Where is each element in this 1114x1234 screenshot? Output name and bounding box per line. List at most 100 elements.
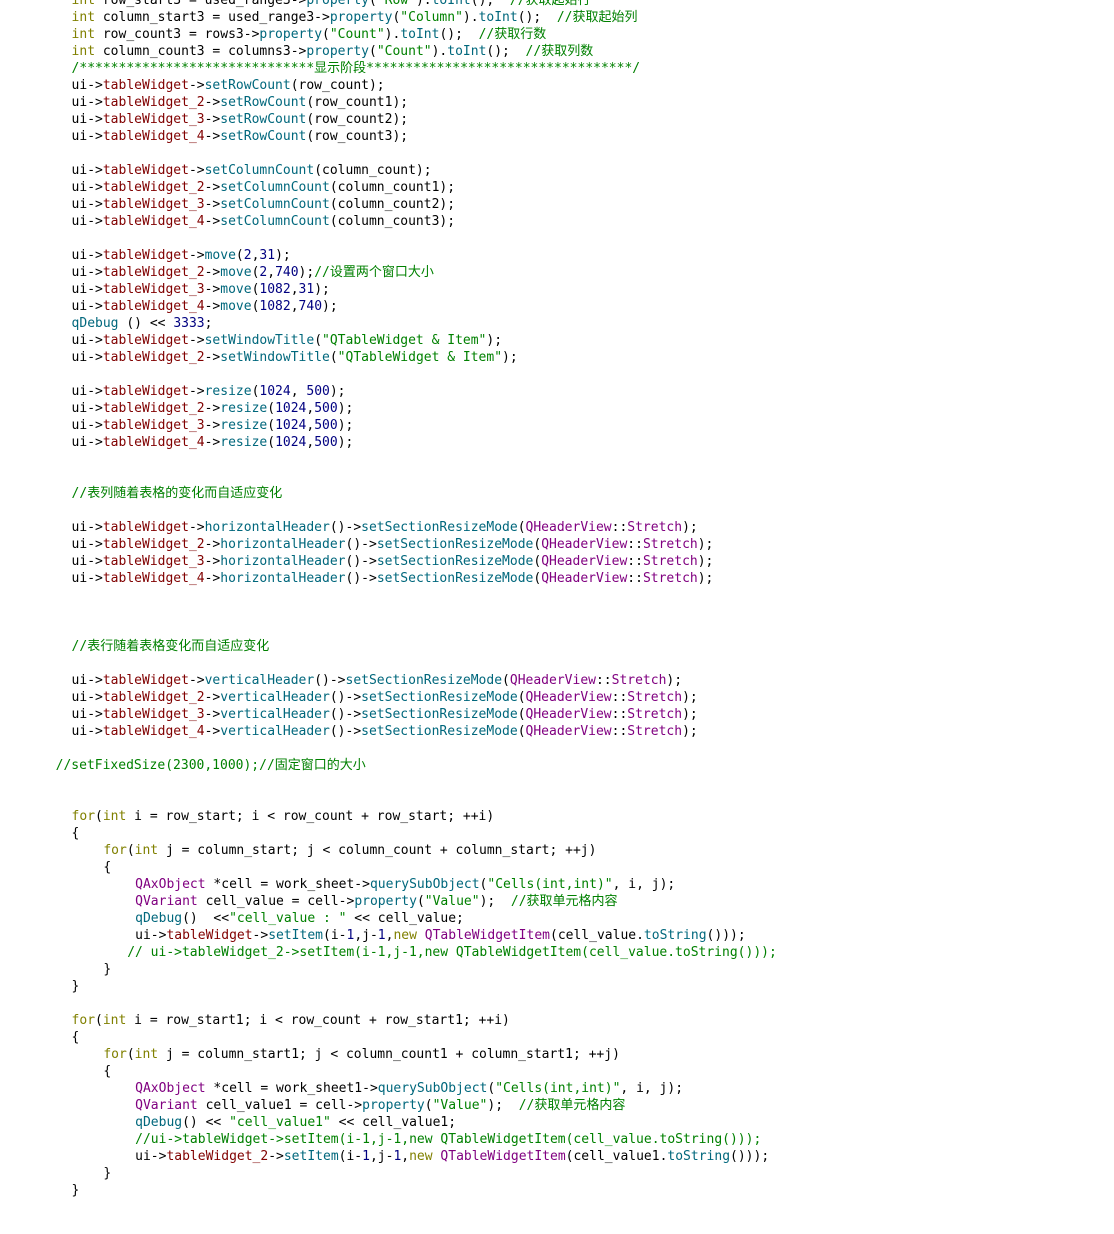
number-literal: 2 — [243, 248, 252, 263]
number-literal: 740 — [275, 265, 299, 280]
code-text: (cell_value. — [550, 928, 644, 943]
code-text: ( — [533, 537, 542, 552]
code-text: ui-> — [71, 435, 103, 450]
code-text: (i- — [323, 928, 347, 943]
code-text: ); — [682, 520, 698, 535]
comment-token: //设置两个窗口大小 — [314, 265, 434, 280]
code-text: ui-> — [71, 418, 103, 433]
code-text: -> — [204, 197, 221, 212]
method-token: verticalHeader — [220, 724, 330, 739]
code-text: ui-> — [71, 707, 103, 722]
code-line: } — [0, 1182, 1114, 1199]
type-token: QVariant — [135, 1098, 198, 1113]
method-token: setColumnCount — [220, 214, 330, 229]
code-text: -> — [204, 418, 221, 433]
code-text: (column_count); — [314, 163, 432, 178]
code-text: -> — [188, 520, 205, 535]
code-line: ui->tableWidget->resize(1024, 500); — [0, 383, 1114, 400]
code-text: ); — [697, 537, 714, 552]
keyword-token: new — [409, 1149, 433, 1164]
code-line: ui->tableWidget_4->move(1082,740); — [0, 298, 1114, 315]
code-line: for(int i = row_start; i < row_count + r… — [0, 808, 1114, 825]
keyword-token: int — [102, 809, 127, 824]
type-token: QVariant — [135, 894, 198, 909]
code-text: } — [71, 1183, 80, 1198]
code-text: ()-> — [345, 554, 377, 569]
code-text: :: — [627, 571, 643, 586]
code-text: () << — [182, 911, 230, 926]
code-text: -> — [204, 724, 221, 739]
member-token: tableWidget — [102, 248, 189, 263]
code-text: << cell_value; — [346, 911, 464, 926]
comment-token: //表列随着表格的变化而自适应变化 — [71, 486, 283, 501]
type-token: Stretch — [627, 724, 683, 739]
number-literal: 31 — [259, 248, 276, 263]
code-text: (); — [470, 0, 510, 8]
code-text: (); — [439, 27, 479, 42]
string-literal: "cell_value : " — [229, 911, 347, 926]
method-token: qDebug — [135, 911, 183, 926]
comment-token: //setFixedSize(2300,1000);//固定窗口的大小 — [55, 758, 366, 773]
code-line: ui->tableWidget->move(2,31); — [0, 247, 1114, 264]
code-text: ( — [95, 1013, 103, 1028]
method-token: property — [329, 10, 393, 25]
code-line: //ui->tableWidget->setItem(i-1,j-1,new Q… — [0, 1131, 1114, 1148]
method-token: setSectionResizeMode — [361, 707, 518, 722]
code-text: ui-> — [71, 350, 103, 365]
comment-token: //获取行数 — [478, 27, 547, 42]
code-text: :: — [611, 690, 628, 705]
method-token: horizontalHeader — [204, 520, 330, 535]
code-text: ui-> — [71, 129, 103, 144]
member-token: tableWidget_4 — [102, 214, 205, 229]
code-line: qDebug () << 3333; — [0, 315, 1114, 332]
code-text: ,j- — [369, 1149, 394, 1164]
code-text: , i, j); — [612, 877, 676, 892]
code-line: ui->tableWidget_2->setWindowTitle("QTabl… — [0, 349, 1114, 366]
code-line: QAxObject *cell = work_sheet1->querySubO… — [0, 1080, 1114, 1097]
code-text: ); — [329, 384, 346, 399]
code-text: ui-> — [135, 1149, 167, 1164]
code-line: { — [0, 859, 1114, 876]
code-text: ( — [126, 1047, 135, 1062]
code-text: -> — [204, 95, 221, 110]
number-literal: 1 — [362, 1149, 370, 1164]
code-text: ( — [126, 843, 135, 858]
code-line: for(int j = column_start1; j < column_co… — [0, 1046, 1114, 1063]
code-text: -> — [204, 214, 221, 229]
method-token: toString — [667, 1149, 731, 1164]
type-token: QTableWidgetItem — [424, 928, 550, 943]
member-token: tableWidget_4 — [102, 571, 205, 586]
code-text: -> — [204, 129, 221, 144]
number-literal: 1024 — [275, 401, 307, 416]
method-token: verticalHeader — [220, 690, 330, 705]
code-text: (i- — [338, 1149, 363, 1164]
code-text: (row_count2); — [306, 112, 409, 127]
number-literal: 1024 — [259, 384, 291, 399]
code-line: } — [0, 978, 1114, 995]
code-text: ); — [666, 673, 683, 688]
code-text: { — [71, 1030, 80, 1045]
code-text: -> — [204, 571, 221, 586]
code-text: cell_value = cell-> — [197, 894, 355, 909]
code-text: ui-> — [71, 724, 103, 739]
code-text: :: — [627, 537, 643, 552]
comment-token: //获取单元格内容 — [510, 894, 618, 909]
code-line: } — [0, 961, 1114, 978]
string-literal: "Value" — [424, 894, 480, 909]
code-text: } — [71, 979, 80, 994]
code-text: ())); — [730, 1149, 770, 1164]
member-token: tableWidget_3 — [102, 418, 205, 433]
code-line: ui->tableWidget_4->setRowCount(row_count… — [0, 128, 1114, 145]
type-token: QTableWidgetItem — [440, 1149, 566, 1164]
member-token: tableWidget — [102, 520, 189, 535]
code-line: //表行随着表格变化而自适应变化 — [0, 638, 1114, 655]
method-token: setItem — [283, 1149, 339, 1164]
number-literal: 1082 — [259, 299, 291, 314]
code-text: ( — [487, 1081, 496, 1096]
code-text: (); — [486, 44, 526, 59]
method-token: horizontalHeader — [220, 571, 346, 586]
comment-token: /******************************显示阶段*****… — [71, 61, 641, 76]
